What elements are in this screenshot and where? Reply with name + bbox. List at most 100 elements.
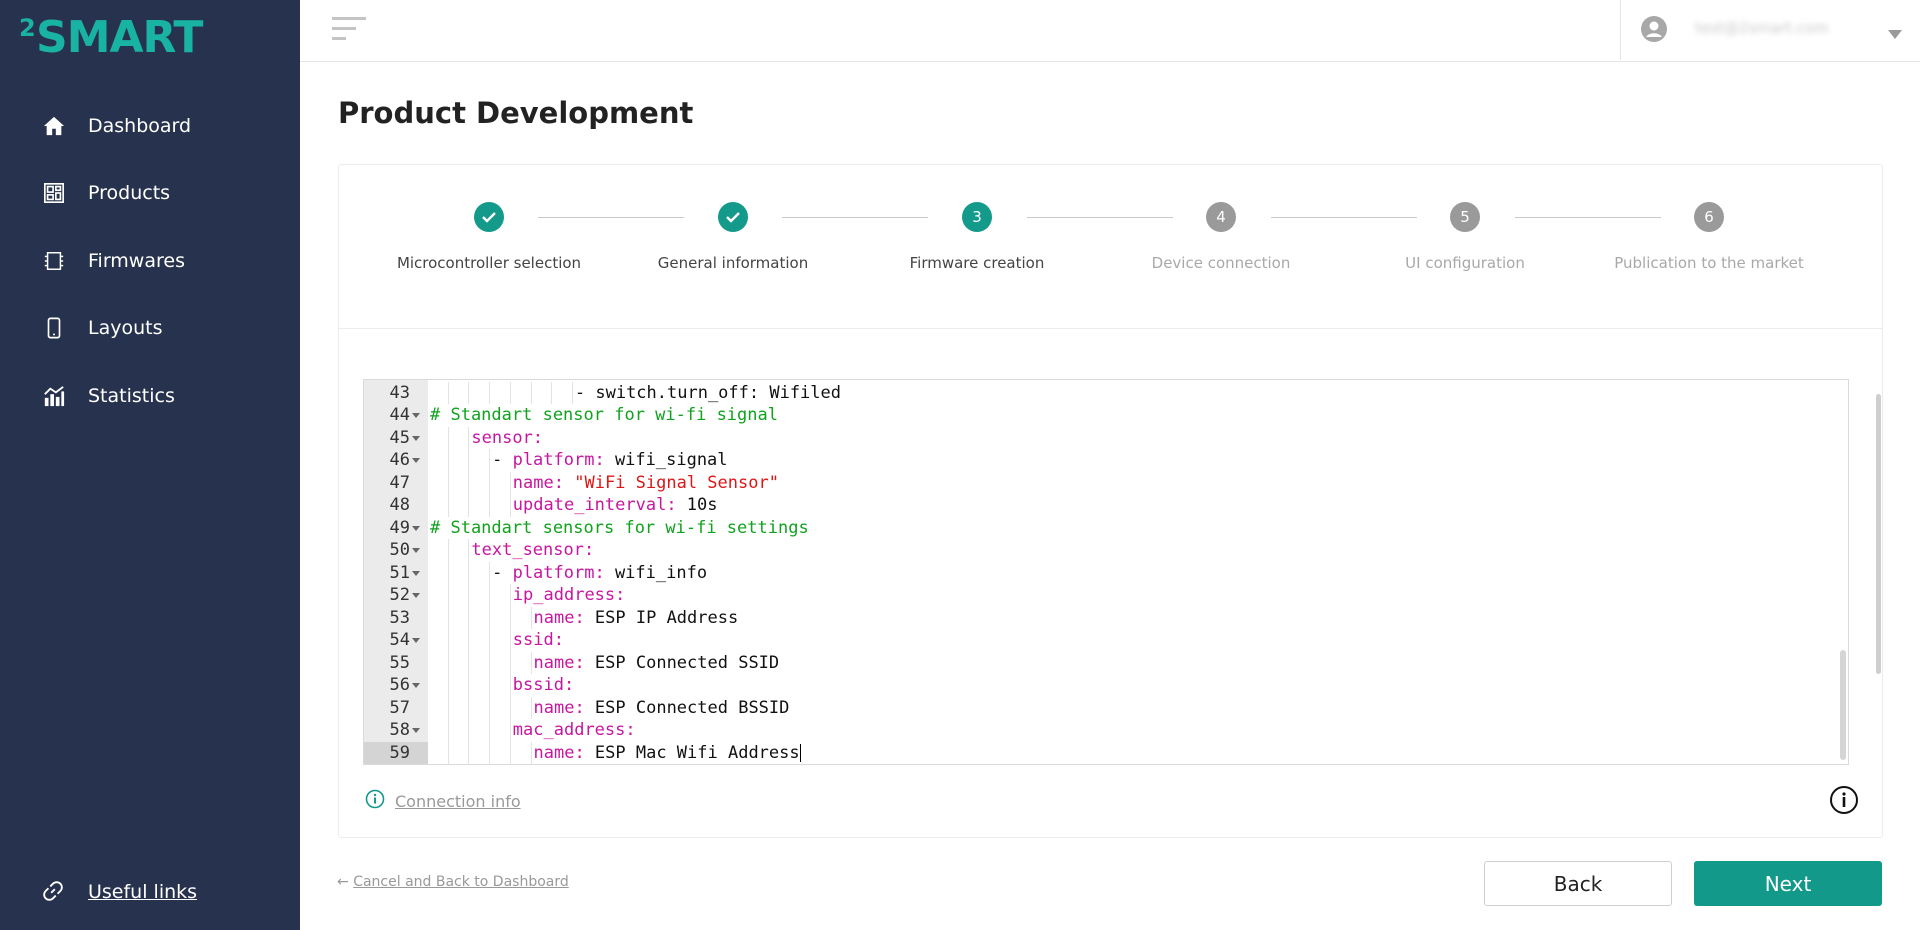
indent-guide — [447, 561, 449, 584]
code-text: name: "WiFi Signal Sensor" — [513, 472, 779, 495]
code-line[interactable]: 50 text_sensor: — [364, 539, 1848, 562]
code-line[interactable]: 52 ip_address: — [364, 584, 1848, 607]
code-token-key: platform: — [512, 450, 605, 470]
indent-guide — [468, 494, 470, 517]
fold-caret-icon[interactable] — [412, 458, 420, 463]
code-token-key: sensor: — [471, 427, 544, 448]
step-label: Device connection — [1151, 254, 1291, 272]
indent-guide — [468, 606, 470, 629]
user-menu[interactable]: test@2smart.com — [1620, 0, 1920, 60]
sidebar-item-label: Products — [88, 182, 171, 205]
indent-guide — [489, 561, 491, 584]
code-token-plain: - — [492, 562, 513, 583]
sidebar-item-firmwares[interactable]: Firmwares — [0, 227, 300, 295]
code-token-plain: wifi_signal — [604, 450, 728, 470]
wizard-card: Microcontroller selection General inform… — [338, 164, 1883, 838]
sidebar-item-statistics[interactable]: Statistics — [0, 362, 300, 430]
step-check-icon — [474, 202, 504, 232]
menu-toggle-icon[interactable] — [332, 17, 366, 43]
code-text: text_sensor: — [471, 539, 594, 562]
fold-caret-icon[interactable] — [412, 683, 420, 688]
code-editor[interactable]: 43 - switch.turn_off: Wifiled 44 # Standart… — [363, 379, 1849, 765]
indent-guide — [489, 719, 491, 742]
code-line[interactable]: 57 name: ESP Connected BSSID — [364, 696, 1848, 720]
indent-guide — [468, 696, 470, 719]
sidebar-item-products[interactable]: Products — [0, 160, 300, 228]
indent-guide — [530, 696, 532, 719]
sidebar-item-dashboard[interactable]: Dashboard — [0, 92, 300, 160]
code-token-plain: wifi_info — [604, 562, 708, 583]
code-line[interactable]: 45 sensor: — [364, 426, 1848, 449]
line-number: 51 — [389, 562, 410, 583]
indent-guide — [551, 381, 553, 404]
indent-guide — [509, 651, 511, 674]
code-line[interactable]: 53 name: ESP IP Address — [364, 606, 1848, 629]
code-line[interactable]: 49 # Standart sensors for wi-fi settings — [364, 517, 1848, 540]
page-title: Product Development — [338, 96, 694, 130]
code-text: name: ESP Connected BSSID — [534, 697, 790, 720]
fold-caret-icon[interactable] — [412, 525, 420, 531]
indent-guide — [509, 696, 511, 719]
indent-guide — [489, 696, 491, 719]
indent-guide — [447, 629, 449, 652]
code-line[interactable]: 48 update_interval: 10s — [364, 494, 1848, 517]
chart-icon — [42, 384, 66, 408]
page-scrollbar[interactable] — [1876, 164, 1882, 674]
fold-caret-icon[interactable] — [412, 548, 420, 553]
code-line[interactable]: 47 name: "WiFi Signal Sensor" — [364, 471, 1848, 495]
fold-caret-icon[interactable] — [412, 413, 420, 418]
fold-caret-icon[interactable] — [412, 638, 420, 643]
line-number: 46 — [389, 450, 410, 470]
code-line[interactable]: 55 name: ESP Connected SSID — [364, 651, 1848, 675]
indent-guide — [489, 629, 491, 652]
sidebar-item-label: Layouts — [88, 317, 163, 340]
code-text: ssid: — [513, 629, 564, 652]
indent-guide — [489, 381, 491, 404]
code-line[interactable]: 54 ssid: — [364, 629, 1848, 652]
indent-guide — [468, 561, 470, 584]
info-circle-icon — [365, 789, 385, 813]
page-scrollbar-thumb[interactable] — [1876, 394, 1881, 674]
line-number: 43 — [389, 382, 410, 403]
indent-guide — [571, 381, 573, 404]
code-line[interactable]: 56 bssid: — [364, 674, 1848, 697]
line-number: 52 — [389, 585, 410, 605]
indent-guide — [468, 381, 470, 404]
indent-guide — [468, 471, 470, 494]
next-button[interactable]: Next — [1694, 861, 1882, 906]
useful-links-link[interactable]: Useful links — [42, 880, 197, 904]
code-text: name: ESP Connected SSID — [534, 652, 780, 675]
code-text: - platform: wifi_info — [492, 562, 707, 585]
fold-caret-icon[interactable] — [412, 435, 420, 441]
code-line[interactable]: 58 mac_address: — [364, 719, 1848, 742]
connection-info-link[interactable]: Connection info — [365, 789, 521, 813]
sidebar-item-layouts[interactable]: Layouts — [0, 295, 300, 363]
indent-guide — [468, 674, 470, 697]
top-header: test@2smart.com — [300, 0, 1920, 62]
indent-guide — [489, 584, 491, 607]
indent-guide — [447, 674, 449, 697]
code-line[interactable]: 43 - switch.turn_off: Wifiled — [364, 381, 1848, 404]
indent-guide — [468, 741, 470, 764]
chevron-down-icon[interactable] — [1888, 24, 1902, 39]
code-line[interactable]: 59 name: ESP Mac Wifi Address — [364, 741, 1848, 764]
code-text: update_interval: 10s — [513, 494, 718, 517]
indent-guide — [509, 674, 511, 697]
code-line[interactable]: 46 - platform: wifi_signal — [364, 449, 1848, 472]
code-token-key: bssid: — [512, 675, 575, 695]
indent-guide — [468, 629, 470, 652]
indent-guide — [468, 651, 470, 674]
fold-caret-icon[interactable] — [412, 570, 420, 576]
fold-caret-icon[interactable] — [412, 728, 420, 733]
back-button[interactable]: Back — [1484, 861, 1672, 906]
code-line[interactable]: 44 # Standart sensor for wi-fi signal — [364, 404, 1848, 427]
indent-guide — [447, 584, 449, 607]
code-token-key: ip_address: — [512, 585, 626, 605]
cancel-back-link[interactable]: ← Cancel and Back to Dashboard — [337, 874, 569, 890]
info-icon[interactable] — [1829, 785, 1859, 815]
step-connector — [1515, 217, 1661, 218]
indent-guide — [489, 494, 491, 517]
code-text: - platform: wifi_signal — [492, 449, 727, 472]
fold-caret-icon[interactable] — [412, 593, 420, 598]
code-line[interactable]: 51 - platform: wifi_info — [364, 561, 1848, 585]
